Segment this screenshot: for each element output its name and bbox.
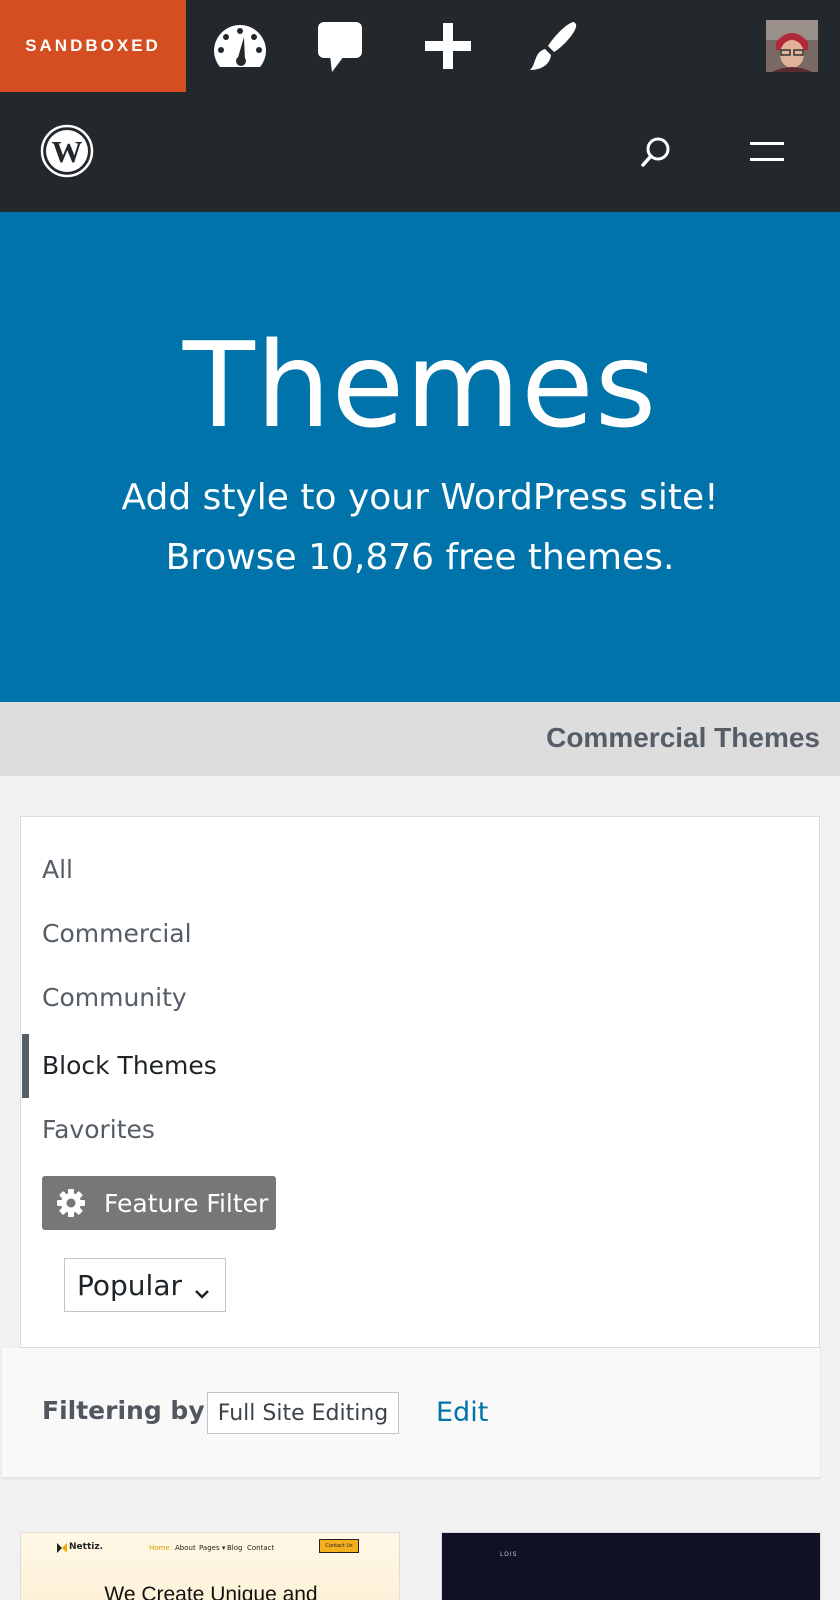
sort-select[interactable]: Popular [64, 1258, 226, 1312]
filter-tag: Full Site Editing [207, 1392, 399, 1434]
active-filter-indicator [22, 1034, 29, 1098]
hero-banner: Themes Add style to your WordPress site!… [0, 212, 840, 702]
theme-card[interactable]: Nettiz. Home About Pages ▾ Blog Contact … [20, 1532, 400, 1600]
admin-bar: SANDBOXED [0, 0, 840, 92]
theme-cta-button: Contact Us [319, 1539, 359, 1553]
hero-subtitle-line2: Browse 10,876 free themes. [165, 537, 675, 578]
theme-brand: Nettiz. [69, 1542, 103, 1552]
filter-all[interactable]: All [42, 838, 73, 902]
wordpress-logo-icon[interactable]: W [40, 124, 94, 178]
chevron-down-icon [193, 1277, 211, 1299]
search-icon[interactable] [636, 132, 676, 172]
theme-nav-item: Contact [247, 1544, 275, 1552]
brush-icon[interactable] [522, 16, 582, 76]
plus-icon[interactable] [418, 16, 478, 76]
filter-commercial[interactable]: Commercial [42, 902, 192, 966]
filtering-by-bar: Filtering by: Full Site Editing Edit [2, 1348, 820, 1478]
theme-card[interactable]: LOIS [441, 1532, 821, 1600]
gear-icon [56, 1188, 86, 1218]
theme-nav-item: Pages ▾ [199, 1544, 226, 1552]
commercial-themes-bar: Commercial Themes [0, 702, 840, 776]
theme-nav-item: Blog [227, 1544, 243, 1552]
theme-nav-item: Home [149, 1544, 170, 1552]
filtering-by-label: Filtering by: [42, 1396, 215, 1425]
page-title: Themes [182, 316, 658, 454]
theme-brand: LOIS [500, 1551, 518, 1558]
site-header: W [0, 92, 840, 212]
hero-subtitle-line1: Add style to your WordPress site! [121, 477, 719, 518]
sort-selected-value: Popular [77, 1268, 182, 1302]
sandboxed-site-label[interactable]: SANDBOXED [0, 0, 186, 92]
feature-filter-button[interactable]: Feature Filter [42, 1176, 276, 1230]
comment-icon[interactable] [310, 16, 370, 76]
menu-icon[interactable] [746, 132, 790, 172]
theme-nav-item: About [175, 1544, 196, 1552]
user-avatar[interactable] [766, 20, 818, 72]
filter-block-themes[interactable]: Block Themes [42, 1034, 217, 1098]
edit-filter-link[interactable]: Edit [436, 1392, 488, 1434]
svg-text:W: W [52, 134, 83, 169]
filter-community[interactable]: Community [42, 966, 187, 1030]
feature-filter-label: Feature Filter [104, 1188, 269, 1218]
theme-preview-nav: Nettiz. Home About Pages ▾ Blog Contact … [21, 1539, 399, 1559]
filter-favorites[interactable]: Favorites [42, 1098, 155, 1162]
theme-headline: We Create Unique and [104, 1583, 318, 1600]
commercial-themes-link[interactable]: Commercial Themes [546, 722, 820, 754]
theme-logo-icon [57, 1543, 67, 1553]
dashboard-icon[interactable] [210, 16, 270, 76]
